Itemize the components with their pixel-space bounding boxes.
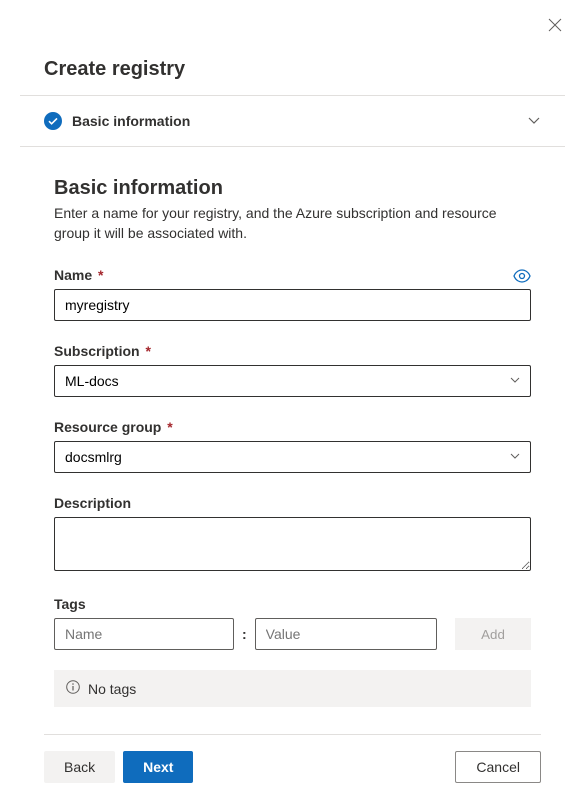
info-icon [66,680,80,697]
check-circle-icon [44,112,62,130]
tags-row: : Add [54,618,531,650]
page-title: Create registry [0,0,585,95]
close-button[interactable] [547,18,563,34]
subscription-value[interactable] [54,365,531,397]
name-input[interactable] [54,289,531,321]
description-input[interactable] [54,517,531,571]
footer: Back Next Cancel [0,734,585,783]
tags-label: Tags [54,596,86,612]
cancel-button[interactable]: Cancel [455,751,541,783]
subscription-field: Subscription * [54,343,531,397]
resource-group-field: Resource group * [54,419,531,473]
section-description: Enter a name for your registry, and the … [54,204,531,243]
form-section: Basic information Enter a name for your … [0,147,585,707]
divider [44,734,541,735]
resource-group-select[interactable] [54,441,531,473]
description-field: Description [54,495,531,574]
resource-group-label: Resource group * [54,419,173,435]
description-label: Description [54,495,131,511]
resource-group-value[interactable] [54,441,531,473]
name-label: Name * [54,267,103,283]
subscription-select[interactable] [54,365,531,397]
back-button[interactable]: Back [44,751,115,783]
eye-icon[interactable] [513,269,531,286]
no-tags-text: No tags [88,681,136,697]
close-icon [548,18,562,32]
tag-name-input[interactable] [54,618,234,650]
add-tag-button[interactable]: Add [455,618,531,650]
name-field: Name * [54,267,531,321]
accordion-title: Basic information [72,113,517,129]
tags-colon: : [242,626,247,642]
tags-field: Tags : Add No tags [54,596,531,707]
subscription-label: Subscription * [54,343,151,359]
section-heading: Basic information [54,177,531,200]
tag-value-input[interactable] [255,618,437,650]
accordion-header[interactable]: Basic information [0,96,585,146]
next-button[interactable]: Next [123,751,193,783]
no-tags-banner: No tags [54,670,531,707]
chevron-down-icon [527,113,541,130]
